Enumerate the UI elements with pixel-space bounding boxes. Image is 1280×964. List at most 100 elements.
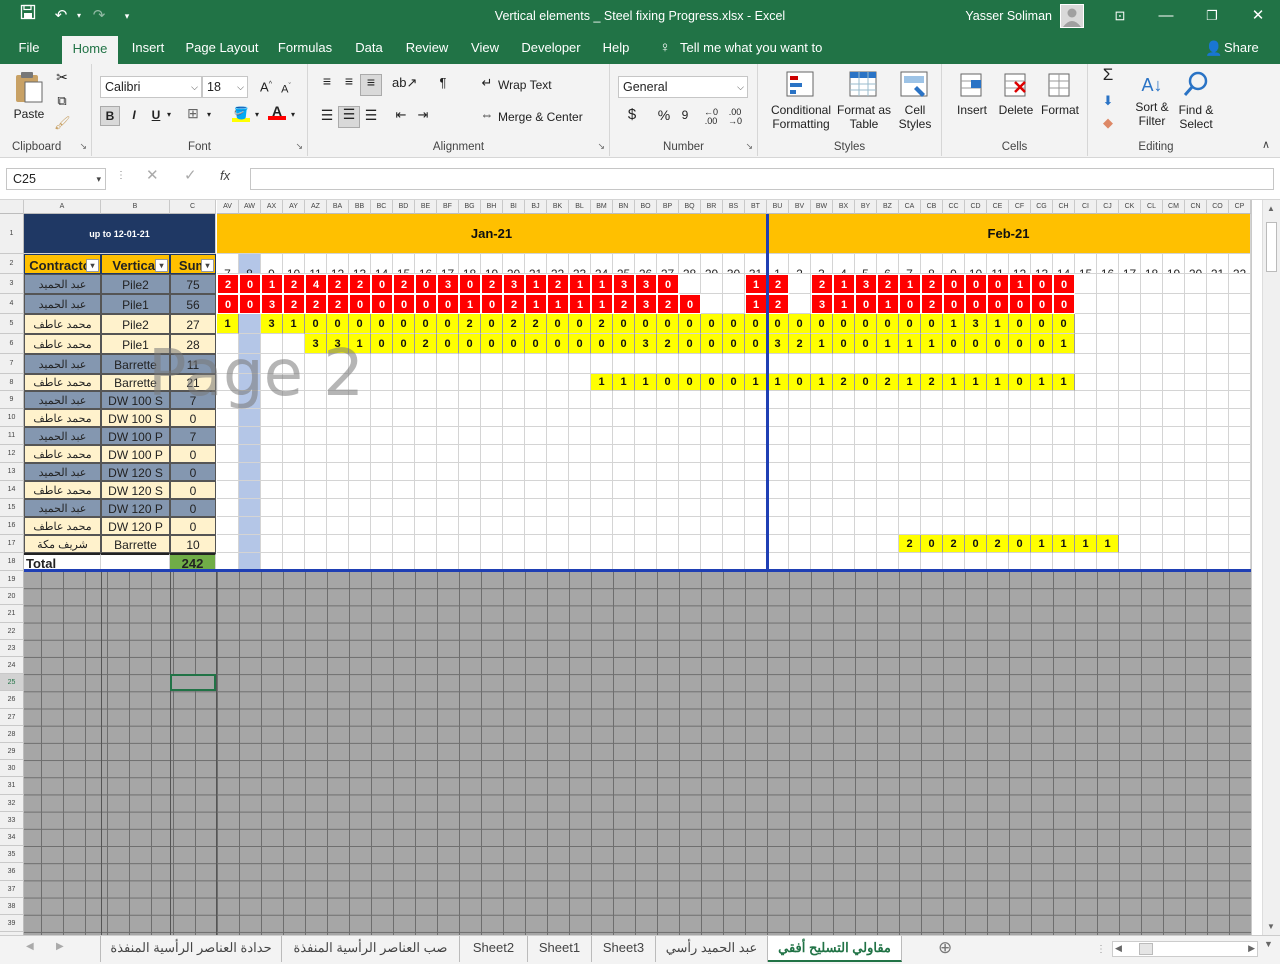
day-cell[interactable]: 0 xyxy=(437,334,459,354)
column-header[interactable]: CG xyxy=(1031,200,1053,214)
day-cell[interactable] xyxy=(239,427,261,445)
collapse-ribbon-icon[interactable]: ∧ xyxy=(1262,138,1270,151)
day-cell[interactable]: 1 xyxy=(811,374,833,391)
day-cell[interactable]: 3 xyxy=(635,274,657,294)
day-cell[interactable] xyxy=(1141,481,1163,499)
row-header[interactable]: 15 xyxy=(0,499,24,517)
day-cell[interactable] xyxy=(877,499,899,517)
formula-input[interactable] xyxy=(250,168,1274,190)
day-cell[interactable]: 1 xyxy=(591,274,613,294)
share-button[interactable]: Share xyxy=(1224,32,1264,64)
day-cell[interactable] xyxy=(1141,314,1163,334)
day-cell[interactable] xyxy=(1053,354,1075,374)
day-cell[interactable] xyxy=(811,481,833,499)
column-header[interactable]: AV xyxy=(217,200,239,214)
day-cell[interactable] xyxy=(415,391,437,409)
column-header[interactable]: BS xyxy=(723,200,745,214)
day-cell[interactable] xyxy=(811,427,833,445)
day-cell[interactable] xyxy=(657,499,679,517)
day-cell[interactable]: 2 xyxy=(591,314,613,334)
day-cell[interactable] xyxy=(635,445,657,463)
day-cell[interactable]: 1 xyxy=(547,294,569,314)
day-cell[interactable] xyxy=(899,445,921,463)
day-cell[interactable] xyxy=(217,445,239,463)
day-cell[interactable] xyxy=(723,499,745,517)
day-cell[interactable] xyxy=(569,391,591,409)
day-cell[interactable] xyxy=(987,445,1009,463)
day-cell[interactable] xyxy=(569,427,591,445)
day-cell[interactable] xyxy=(1009,463,1031,481)
column-header[interactable]: BX xyxy=(833,200,855,214)
day-cell[interactable] xyxy=(833,499,855,517)
day-cell[interactable] xyxy=(1097,463,1119,481)
day-cell[interactable] xyxy=(1229,427,1251,445)
prev-sheet-icon[interactable]: ◀ xyxy=(26,941,34,952)
tab-view[interactable]: View xyxy=(464,32,506,64)
day-cell[interactable] xyxy=(1185,427,1207,445)
day-cell[interactable] xyxy=(943,481,965,499)
day-cell[interactable] xyxy=(371,374,393,391)
merge-icon[interactable]: ⇔ xyxy=(478,108,496,122)
sum-cell[interactable]: 0 xyxy=(170,499,216,517)
column-header[interactable]: BG xyxy=(459,200,481,214)
day-cell[interactable] xyxy=(437,391,459,409)
row-header[interactable]: 37 xyxy=(0,880,24,898)
day-cell[interactable] xyxy=(525,517,547,535)
day-cell[interactable] xyxy=(437,535,459,553)
day-cell[interactable] xyxy=(811,517,833,535)
day-cell[interactable] xyxy=(921,517,943,535)
day-cell[interactable] xyxy=(987,481,1009,499)
day-cell[interactable]: 1 xyxy=(459,294,481,314)
day-cell[interactable] xyxy=(327,517,349,535)
day-cell[interactable] xyxy=(613,535,635,553)
column-header[interactable]: BQ xyxy=(679,200,701,214)
minimize-icon[interactable]: — xyxy=(1152,0,1180,32)
day-cell[interactable] xyxy=(1163,463,1185,481)
element-cell[interactable]: DW 120 S xyxy=(101,481,170,499)
day-cell[interactable]: 0 xyxy=(1053,314,1075,334)
contractor-cell[interactable]: عبد الحميد xyxy=(24,354,101,374)
day-cell[interactable] xyxy=(503,445,525,463)
day-cell[interactable] xyxy=(899,499,921,517)
day-cell[interactable]: 0 xyxy=(723,374,745,391)
day-cell[interactable] xyxy=(745,445,767,463)
day-cell[interactable] xyxy=(1097,499,1119,517)
day-cell[interactable]: 2 xyxy=(393,274,415,294)
day-cell[interactable]: 1 xyxy=(591,374,613,391)
day-cell[interactable] xyxy=(1163,499,1185,517)
day-cell[interactable] xyxy=(459,445,481,463)
row-header[interactable]: 31 xyxy=(0,777,24,795)
day-cell[interactable] xyxy=(767,354,789,374)
day-cell[interactable]: 0 xyxy=(1053,294,1075,314)
day-cell[interactable] xyxy=(613,481,635,499)
row-header[interactable]: 27 xyxy=(0,708,24,726)
tab-review[interactable]: Review xyxy=(400,32,454,64)
day-cell[interactable] xyxy=(745,535,767,553)
day-cell[interactable] xyxy=(723,427,745,445)
day-cell[interactable] xyxy=(569,354,591,374)
day-cell[interactable] xyxy=(349,427,371,445)
day-cell[interactable] xyxy=(591,463,613,481)
day-cell[interactable]: 1 xyxy=(217,314,239,334)
day-cell[interactable]: 1 xyxy=(877,294,899,314)
day-cell[interactable] xyxy=(1009,427,1031,445)
day-cell[interactable] xyxy=(877,445,899,463)
day-cell[interactable] xyxy=(1097,427,1119,445)
day-cell[interactable] xyxy=(613,409,635,427)
sum-cell[interactable]: 0 xyxy=(170,481,216,499)
user-name[interactable]: Yasser Soliman xyxy=(960,0,1052,32)
borders-dropdown-icon[interactable]: ▾ xyxy=(204,108,214,122)
day-cell[interactable] xyxy=(723,354,745,374)
row-header[interactable]: 11 xyxy=(0,427,24,445)
undo-dropdown-icon[interactable]: ▾ xyxy=(74,0,84,32)
day-cell[interactable] xyxy=(943,391,965,409)
day-cell[interactable] xyxy=(349,481,371,499)
day-cell[interactable]: 2 xyxy=(547,274,569,294)
day-cell[interactable]: 0 xyxy=(701,334,723,354)
day-cell[interactable] xyxy=(921,445,943,463)
day-cell[interactable]: 3 xyxy=(261,294,283,314)
day-cell[interactable] xyxy=(283,427,305,445)
day-cell[interactable] xyxy=(1097,294,1119,314)
day-cell[interactable] xyxy=(503,517,525,535)
day-cell[interactable] xyxy=(811,409,833,427)
